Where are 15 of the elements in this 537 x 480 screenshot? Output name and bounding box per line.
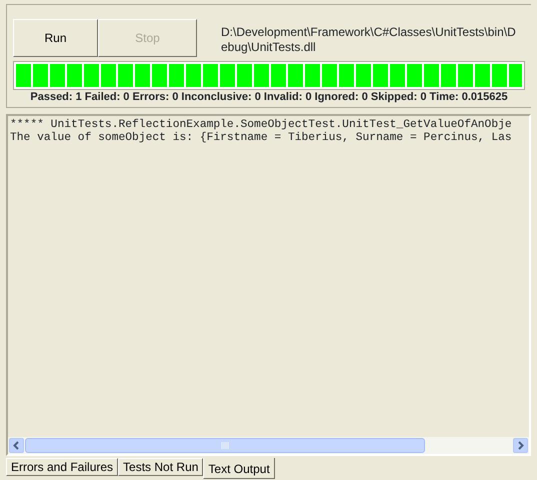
test-control-button[interactable]: Run	[13, 19, 98, 57]
output-line: The value of someObject is: {Firstname = Tiberius, Surname = Percinus, Las	[10, 132, 513, 145]
tab[interactable]: Text Output	[203, 458, 275, 479]
scroll-thumb[interactable]	[25, 438, 425, 453]
tab[interactable]: Tests Not Run	[118, 458, 204, 476]
output-line: ***** UnitTests.ReflectionExample.SomeObjectTest.UnitTest_GetValueOfAnObje	[10, 119, 513, 132]
grip-icon	[220, 442, 230, 449]
chevron-right-icon	[517, 441, 524, 450]
scroll-right-button[interactable]	[513, 438, 528, 453]
assembly-path: D:\Development\Framework\C#Classes\UnitTests\bin\Debug\UnitTests.dll	[221, 24, 517, 55]
chevron-left-icon	[13, 441, 20, 450]
tab[interactable]: Errors and Failures	[6, 458, 118, 476]
scroll-left-button[interactable]	[9, 438, 24, 453]
horizontal-scrollbar[interactable]	[8, 437, 529, 454]
test-summary: Passed: 1 Failed: 0 Errors: 0 Inconclusive: 0 Invalid: 0 Ignored: 0 Skipped: 0 Time: 0.015625	[29, 92, 509, 103]
